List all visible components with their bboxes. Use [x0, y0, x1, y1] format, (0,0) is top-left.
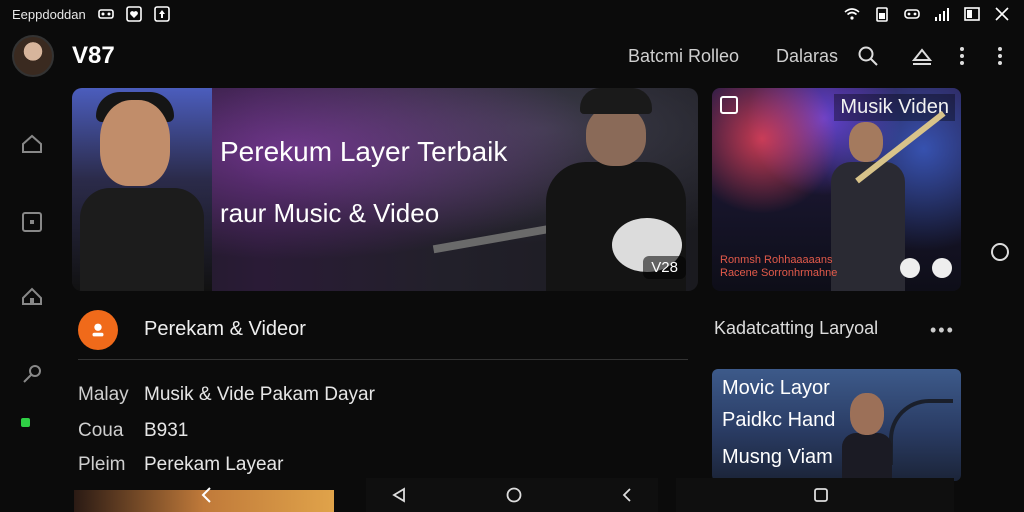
detail-value: Musik & Vide Pakam Dayar [144, 384, 375, 405]
card-caption-line-1: Ronmsh Rohhaaaaans [720, 254, 833, 266]
overflow-icon[interactable] [988, 44, 1012, 68]
avatar[interactable] [12, 35, 54, 77]
hero-subtitle: raur Music & Video [220, 198, 440, 228]
detail-value: Perekam Layear [144, 454, 284, 475]
card-caption-line-2: Racene Sorronhrmahne [720, 267, 838, 279]
square-icon[interactable] [20, 210, 44, 234]
back-icon[interactable] [198, 486, 216, 504]
key-icon[interactable] [20, 362, 44, 386]
nav-home-icon[interactable] [505, 486, 523, 504]
section-header: Perekam & Videor [78, 310, 688, 350]
vr-icon [904, 6, 920, 22]
nav-bar-secondary [676, 478, 954, 512]
settings-icon[interactable] [932, 258, 952, 278]
nav-back-icon[interactable] [390, 486, 408, 504]
promo-line: Musng Viam [722, 446, 833, 468]
heart-icon [125, 6, 142, 22]
detail-value: B931 [144, 420, 189, 441]
detail-key: Coua [78, 420, 124, 441]
nav-chevron-icon[interactable] [618, 486, 636, 504]
assistant-circle-icon[interactable] [991, 243, 1009, 261]
side-heading: Kadatcatting Laryoal [714, 318, 879, 338]
header-link-2[interactable]: Dalaras [776, 46, 838, 67]
promo-line: Movic Layor [722, 377, 830, 399]
hero-title: Perekum Layer Terbaik [220, 136, 508, 167]
voicemail-icon [97, 6, 114, 22]
header-link-1[interactable]: Batcmi Rolleo [628, 46, 739, 67]
divider [78, 359, 688, 360]
active-indicator [21, 418, 30, 427]
battery-icon [874, 6, 890, 22]
signal-icon [934, 6, 950, 22]
bridge-image [889, 399, 953, 465]
hero-person-image [72, 88, 212, 291]
status-bar: Eeppdoddan [0, 0, 1024, 30]
wifi-icon [844, 6, 860, 22]
nav-recents-icon[interactable] [812, 486, 830, 504]
search-icon[interactable] [856, 44, 880, 68]
window-icon [964, 6, 980, 22]
card-caption: Ronmsh Rohhaaaaans Racene Sorronhrmahne [720, 254, 837, 280]
section-title: Perekam & Videor [144, 318, 306, 340]
hero-badge: V28 [643, 256, 686, 279]
music-video-card[interactable]: Musik Viden Ronmsh Rohhaaaaans Racene So… [712, 88, 961, 291]
picture-in-picture-icon[interactable] [720, 96, 738, 114]
library-icon[interactable] [20, 284, 44, 308]
promo-person-image [842, 393, 892, 481]
promo-card[interactable]: Movic Layor Paidkc Hand Musng Viam [712, 369, 961, 481]
side-rail [0, 90, 64, 510]
detail-key: Malay [78, 384, 129, 405]
close-icon[interactable] [994, 6, 1010, 22]
more-vert-icon[interactable] [950, 44, 974, 68]
hero-banner[interactable]: Perekum Layer Terbaik raur Music & Video… [72, 88, 698, 291]
app-header: V87 Batcmi Rolleo Dalaras [0, 30, 1024, 82]
upload-icon [153, 6, 170, 22]
cast-icon[interactable] [910, 44, 934, 68]
recorder-icon[interactable] [78, 310, 118, 350]
promo-line: Paidkc Hand [722, 409, 836, 431]
home-icon[interactable] [20, 132, 44, 156]
more-horiz-icon[interactable]: ••• [930, 320, 955, 341]
share-icon[interactable] [900, 258, 920, 278]
status-text: Eeppdoddan [12, 6, 86, 22]
page-title: V87 [72, 42, 115, 69]
nav-bar [366, 478, 658, 512]
detail-key: Pleim [78, 454, 126, 475]
